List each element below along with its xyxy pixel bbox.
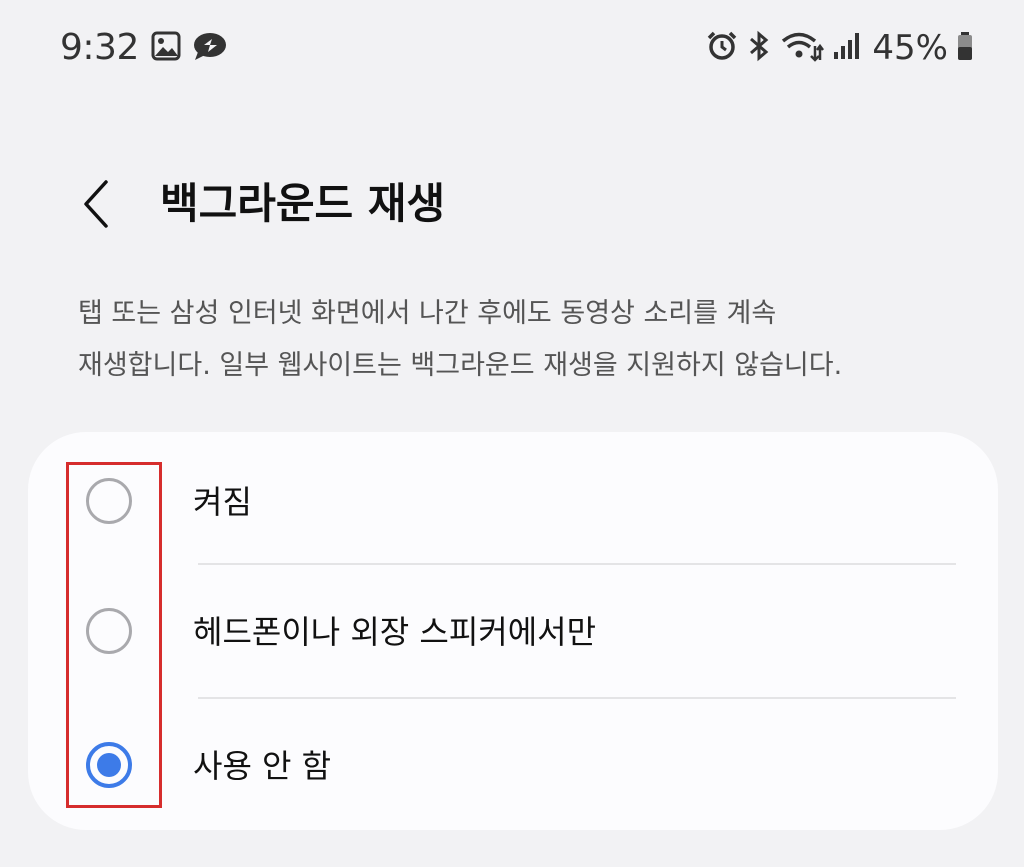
status-right-icons: 45% [706, 28, 974, 68]
option-label: 켜짐 [193, 483, 252, 521]
options-card: 켜짐 헤드폰이나 외장 스피커에서만 사용 안 함 [28, 432, 998, 830]
radio-button-on[interactable] [86, 478, 132, 524]
status-bar: 9:32 45% [0, 0, 1024, 96]
status-time: 9:32 [60, 27, 139, 68]
bluetooth-icon [746, 30, 772, 66]
description-line-2: 재생합니다. 일부 웹사이트는 백그라운드 재생을 지원하지 않습니다. [78, 350, 843, 381]
option-label: 헤드폰이나 외장 스피커에서만 [193, 613, 597, 651]
alarm-icon [706, 30, 738, 66]
description: 탭 또는 삼성 인터넷 화면에서 나간 후에도 동영상 소리를 계속 재생합니다… [78, 288, 978, 392]
image-icon [150, 30, 182, 66]
status-left-icons [150, 30, 230, 66]
option-label: 사용 안 함 [193, 747, 332, 785]
battery-percent: 45% [872, 28, 948, 68]
option-off[interactable]: 사용 안 함 [28, 700, 998, 830]
signal-icon [832, 30, 860, 66]
description-line-1: 탭 또는 삼성 인터넷 화면에서 나간 후에도 동영상 소리를 계속 [78, 298, 777, 329]
wifi-icon [780, 30, 825, 66]
message-bubble-icon [190, 30, 230, 66]
battery-icon [956, 30, 974, 66]
chevron-left-icon [80, 178, 112, 234]
divider [198, 563, 956, 565]
option-headphones-only[interactable]: 헤드폰이나 외장 스피커에서만 [28, 566, 998, 696]
header: 백그라운드 재생 [0, 160, 1024, 250]
page-title: 백그라운드 재생 [160, 179, 446, 228]
option-on[interactable]: 켜짐 [28, 436, 998, 566]
divider [198, 697, 956, 699]
radio-button-off[interactable] [86, 742, 132, 788]
radio-button-headphones-only[interactable] [86, 608, 132, 654]
back-button[interactable] [66, 174, 126, 238]
